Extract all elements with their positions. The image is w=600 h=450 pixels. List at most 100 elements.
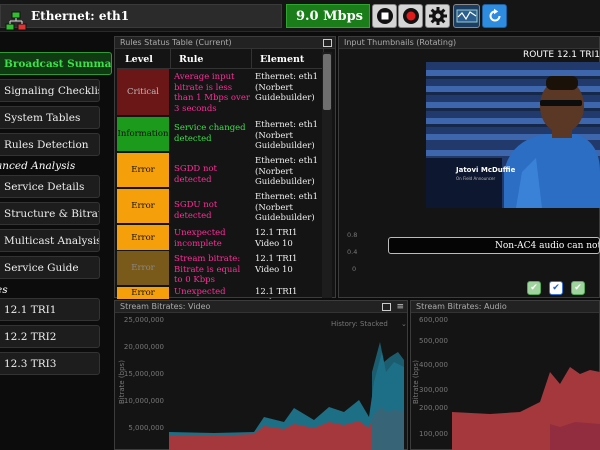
sidebar-item-signaling-checklist[interactable]: Signaling Checklist (0, 79, 100, 102)
level-text: Error (131, 288, 155, 298)
element-cell: Ethernet: eth1 (Norbert Guidebuilder) (255, 120, 319, 151)
y-tick: 20,000,000 (124, 343, 164, 351)
stop-button[interactable] (372, 4, 397, 28)
chevron-down-icon[interactable]: ⌄ (401, 320, 407, 328)
section-header-analysis: anced Analysis (0, 160, 76, 172)
sidebar-item-label: 12.2 TRI2 (4, 331, 57, 343)
rules-status-panel: Rules Status Table (Current) Level Rule … (114, 36, 336, 299)
sidebar-item-service-tri2[interactable]: 12.2 TRI2 (0, 325, 100, 348)
y-tick: 0.8 (347, 231, 358, 239)
sidebar-item-label: System Tables (4, 112, 81, 124)
menu-icon[interactable]: ≡ (396, 302, 404, 312)
video-bitrate-chart[interactable]: History: Stacked ⌄ 25,000,000 20,000,000… (114, 312, 408, 450)
column-header-rule[interactable]: Rule (171, 49, 252, 69)
settings-button[interactable] (425, 4, 450, 28)
level-cell: Error (117, 153, 169, 187)
sidebar-item-service-details[interactable]: Service Details (0, 175, 100, 198)
rule-cell: Unexpected incomplete Object (174, 228, 226, 250)
sidebar-item-service-tri1[interactable]: 12.1 TRI1 (0, 298, 100, 321)
table-row[interactable]: Error Unexpected 12.1 TRI1 Audio (115, 287, 321, 299)
gear-icon (428, 7, 447, 25)
checkbox-green-1[interactable]: ✔ (527, 281, 541, 295)
y-axis-label: Bitrate (bps) (412, 360, 420, 404)
app-window: Ethernet: eth1 9.0 Mbps Broadcast Summar… (0, 0, 600, 450)
element-cell: Ethernet: eth1 (Norbert Guidebuilder) (255, 192, 319, 223)
element-cell: Ethernet: eth1 (Norbert Guidebuilder) (255, 156, 319, 187)
section-header-services: es (0, 284, 8, 296)
bitrate-display: 9.0 Mbps (286, 4, 370, 28)
checkbox-blue[interactable]: ✔ (549, 281, 563, 295)
rule-cell: SGDU not detected (174, 200, 218, 221)
y-tick: 100,000 (419, 430, 448, 438)
caption-name: Jatovi McDuffie (455, 166, 516, 174)
level-cell: Error (117, 189, 169, 223)
rule-cell: Service changed detected (174, 123, 246, 144)
level-text: Error (131, 263, 155, 273)
sidebar: Broadcast Summary Signaling Checklist Sy… (0, 48, 114, 450)
sidebar-item-label: Rules Detection (4, 139, 89, 151)
sidebar-item-rules-detection[interactable]: Rules Detection (0, 133, 100, 156)
audio-message: Non-AC4 audio can not be de (388, 237, 600, 254)
y-tick: 10,000,000 (124, 397, 164, 405)
element-cell: 12.1 TRI1 Video 10 (255, 254, 298, 275)
sidebar-item-service-guide[interactable]: Service Guide (0, 256, 100, 279)
level-cell: Error (117, 225, 169, 250)
column-header-element[interactable]: Element (252, 49, 324, 69)
top-bar: Ethernet: eth1 9.0 Mbps (0, 0, 600, 32)
sidebar-item-service-tri3[interactable]: 12.3 TRI3 (0, 352, 100, 375)
level-cell: Error (117, 251, 169, 285)
panel-title: Input Thumbnails (Rotating) (339, 37, 599, 49)
sidebar-item-multicast-analysis[interactable]: Multicast Analysis (0, 229, 100, 252)
y-axis-label: Bitrate (bps) (118, 360, 126, 404)
y-tick: 600,000 (419, 316, 448, 324)
table-row[interactable]: Error SGDU not detected Ethernet: eth1 (… (115, 189, 321, 225)
stop-icon (376, 8, 393, 24)
popout-icon[interactable] (323, 39, 332, 47)
rule-cell: Stream bitrate: Bitrate is equal to 0 Kb… (174, 254, 241, 285)
y-tick: 5,000,000 (128, 424, 164, 432)
rule-cell: Unexpected (174, 287, 226, 297)
history-label[interactable]: History: Stacked (331, 320, 388, 328)
column-header-level[interactable]: Level (117, 49, 171, 69)
sidebar-item-broadcast-summary[interactable]: Broadcast Summary (0, 52, 112, 75)
y-tick: 25,000,000 (124, 316, 164, 324)
sidebar-item-label: 12.3 TRI3 (4, 358, 57, 370)
sidebar-item-label: Broadcast Summary (4, 58, 112, 70)
sidebar-item-label: Service Guide (4, 262, 79, 274)
level-cell: Error (117, 287, 169, 299)
table-row[interactable]: Critical Average input bitrate is less t… (115, 69, 321, 117)
sidebar-item-label: Service Details (4, 181, 85, 193)
panel-title: Rules Status Table (Current) (115, 37, 335, 49)
checkbox-green-2[interactable]: ✔ (571, 281, 585, 295)
input-selector[interactable]: Ethernet: eth1 (0, 4, 282, 31)
rules-scrollbar[interactable] (322, 52, 332, 298)
signal-analyzer-button[interactable] (453, 4, 480, 28)
level-text: Error (131, 232, 155, 243)
element-cell: 12.1 TRI1 Video 10 (255, 228, 298, 249)
y-tick: 300,000 (419, 386, 448, 394)
audio-bitrate-chart[interactable]: 600,000 500,000 400,000 300,000 200,000 … (410, 312, 600, 450)
scroll-thumb[interactable] (323, 54, 331, 110)
rule-cell: Average input bitrate is less than 1 Mbp… (174, 72, 250, 114)
y-tick: 500,000 (419, 337, 448, 345)
popout-icon[interactable] (382, 303, 391, 311)
caption-subtitle: On Field Announcer (456, 176, 495, 181)
rule-cell: SGDD not detected (174, 164, 217, 185)
video-thumbnail[interactable]: Jatovi McDuffie On Field Announcer (426, 62, 600, 208)
level-text: Error (131, 201, 155, 211)
table-row[interactable]: Error Unexpected incomplete Object 12.1 … (115, 225, 321, 251)
level-text: Error (131, 165, 155, 175)
record-button[interactable] (398, 4, 423, 28)
sidebar-item-system-tables[interactable]: System Tables (0, 106, 100, 129)
refresh-icon (489, 8, 500, 22)
sidebar-item-label: Structure & Bitrates (4, 208, 99, 220)
y-tick: 0 (352, 265, 357, 273)
element-cell: Ethernet: eth1 (Norbert Guidebuilder) (255, 72, 319, 103)
input-title: Ethernet: eth1 (31, 9, 130, 23)
bitrate-value: 9.0 Mbps (295, 9, 363, 24)
table-row[interactable]: Error Stream bitrate: Bitrate is equal t… (115, 251, 321, 287)
sidebar-item-structure-bitrates[interactable]: Structure & Bitrates (0, 202, 100, 225)
table-row[interactable]: Information Service changed detected Eth… (115, 117, 321, 153)
refresh-button[interactable] (482, 4, 507, 28)
table-row[interactable]: Error SGDD not detected Ethernet: eth1 (… (115, 153, 321, 189)
